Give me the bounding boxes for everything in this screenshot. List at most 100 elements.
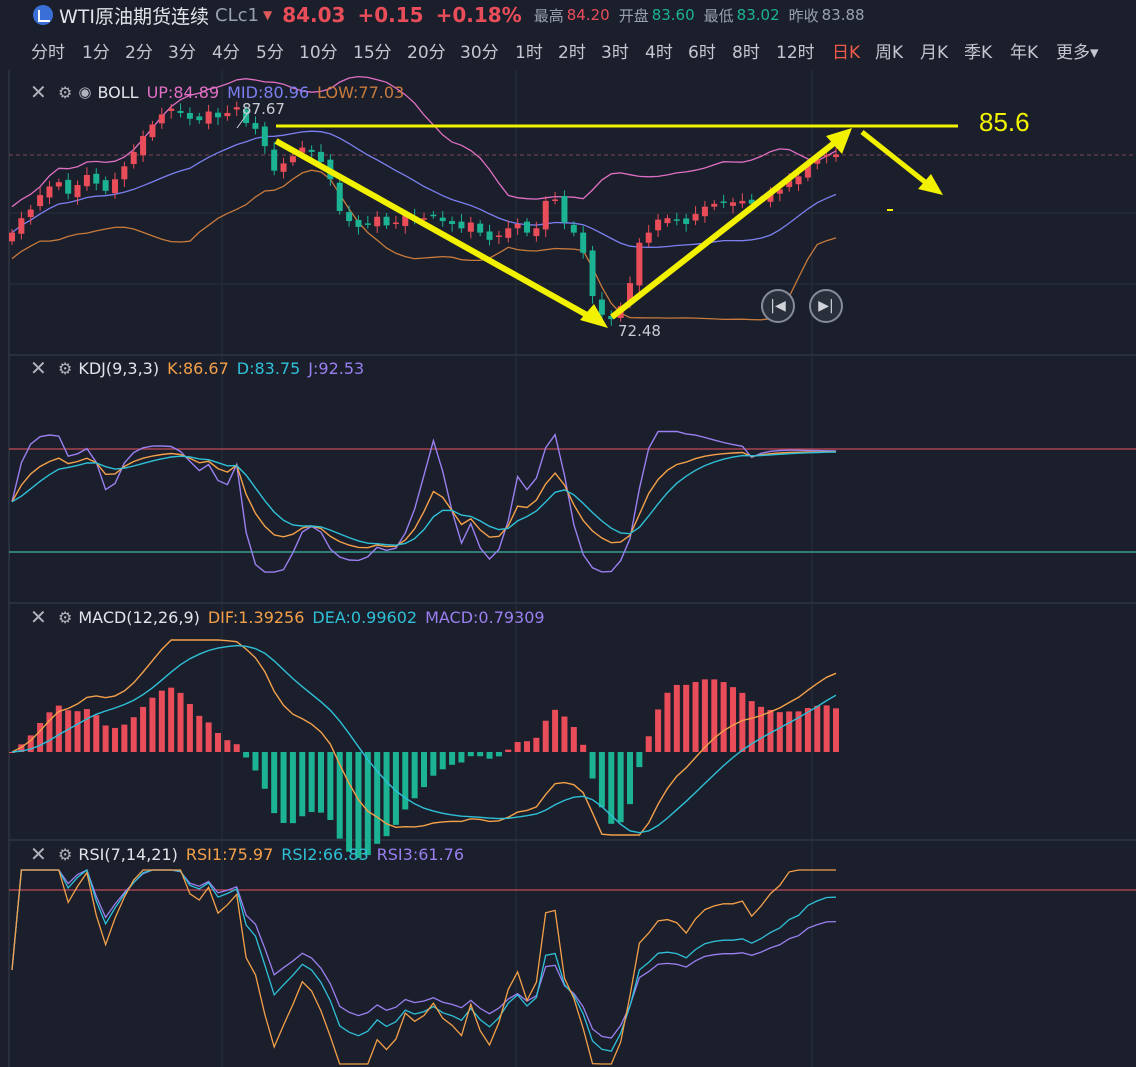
candle-body: [55, 182, 62, 187]
candle-body: [149, 124, 156, 138]
candle-body: [477, 223, 484, 233]
macd-bar: [308, 752, 315, 813]
macd-bar: [833, 708, 839, 752]
macd-bar: [552, 709, 559, 752]
macd-bar: [514, 742, 521, 752]
close-icon[interactable]: ✕: [30, 605, 52, 629]
candle-body: [336, 182, 343, 211]
macd-header: ✕ ⚙ MACD(12,26,9) DIF:1.39256 DEA:0.9960…: [30, 605, 545, 629]
macd-bar: [505, 749, 512, 752]
eye-icon[interactable]: ◉: [78, 83, 91, 101]
gear-icon[interactable]: ⚙: [58, 359, 72, 378]
candle-body: [692, 213, 699, 221]
rsi-lines: [11, 868, 837, 1065]
macd-bar: [364, 752, 371, 856]
candle-body: [355, 219, 362, 227]
macd-bar: [580, 744, 587, 752]
macd-bar: [252, 752, 259, 771]
candle-body: [9, 232, 15, 242]
candles: [9, 101, 839, 326]
gear-icon[interactable]: ⚙: [58, 83, 72, 102]
boll-mid: MID:80.96: [227, 82, 310, 102]
macd-bar: [280, 752, 287, 824]
candle-body: [701, 206, 708, 217]
macd-bar: [673, 684, 680, 752]
macd-bar: [589, 752, 596, 779]
close-icon[interactable]: ✕: [30, 80, 52, 104]
close-icon[interactable]: ✕: [30, 842, 52, 866]
candle-body: [561, 196, 568, 223]
prev-icon[interactable]: |◀: [761, 289, 795, 323]
macd-dea: DEA:0.99602: [312, 607, 418, 627]
macd-bar: [776, 712, 783, 752]
macd-bar: [421, 752, 427, 788]
gear-icon[interactable]: ⚙: [58, 845, 72, 864]
rsi1-line: [11, 869, 836, 1065]
macd-bar: [617, 752, 624, 823]
candle-body: [524, 221, 530, 233]
candle-body: [271, 149, 278, 171]
macd-bar: [130, 717, 137, 752]
macd-bar: [570, 727, 577, 752]
macd-bar: [814, 705, 821, 752]
macd-bar: [430, 752, 437, 776]
candle-body: [598, 299, 605, 315]
candle-body: [739, 200, 746, 204]
candle-body: [140, 136, 147, 156]
candle-body: [392, 222, 399, 225]
boll-lines: [11, 75, 837, 321]
macd-bar: [243, 752, 250, 758]
macd-bar: [458, 752, 465, 763]
rsi-3: RSI3:61.76: [376, 844, 465, 864]
macd-bar: [411, 752, 418, 799]
candle-body: [308, 149, 315, 152]
candle-body: [730, 202, 736, 206]
candle-body: [505, 228, 512, 238]
macd-bar: [701, 679, 708, 752]
macd-bar: [271, 752, 278, 814]
macd-bar: [215, 732, 221, 752]
close-icon[interactable]: ✕: [30, 356, 52, 380]
candle-body: [224, 112, 231, 117]
candle-body: [449, 221, 456, 224]
macd-bar: [233, 744, 240, 752]
macd-bar: [74, 711, 81, 752]
macd-bar: [495, 752, 502, 757]
candle-body: [121, 166, 128, 180]
rsi2-line: [11, 868, 837, 1052]
macd-bar: [786, 711, 793, 752]
macd-bar: [83, 709, 90, 752]
rsi-header: ✕ ⚙ RSI(7,14,21) RSI1:75.97 RSI2:66.83 R…: [30, 842, 465, 866]
candle-body: [664, 218, 671, 224]
grid: [8, 70, 1136, 1067]
macd-bar: [692, 682, 699, 752]
macd-bar: [804, 707, 811, 752]
candle-body: [645, 232, 652, 243]
rsi3-line: [11, 869, 837, 1039]
macd-bar: [327, 752, 334, 821]
macd-bar: [542, 720, 549, 752]
candle-body: [495, 235, 502, 238]
kdj-header: ✕ ⚙ KDJ(9,3,3) K:86.67 D:83.75 J:92.53: [30, 356, 364, 380]
boll-header: ✕ ⚙ ◉ BOLL UP:84.89 MID:80.96 LOW:77.03: [30, 80, 404, 104]
candle-body: [636, 242, 643, 286]
macd-dif: DIF:1.39256: [207, 607, 305, 627]
rsi-2: RSI2:66.83: [281, 844, 369, 864]
candle-body: [655, 219, 662, 231]
kline-chart[interactable]: 85.687.6772.48: [0, 0, 1136, 1067]
candle-body: [346, 212, 353, 222]
macd-bar: [767, 709, 774, 752]
macd-bar: [102, 725, 109, 752]
macd-bar: [758, 706, 765, 752]
macd-bar: [683, 684, 690, 752]
macd-bar: [533, 737, 540, 752]
candle-body: [720, 201, 727, 203]
candle-body: [112, 179, 118, 194]
gear-icon[interactable]: ⚙: [58, 608, 72, 627]
macd-bar: [299, 752, 306, 817]
rsi-name: RSI(7,14,21): [78, 844, 178, 864]
next-icon[interactable]: ▶|: [809, 289, 843, 323]
candle-body: [430, 214, 437, 217]
candle-body: [93, 173, 100, 184]
candle-body: [318, 151, 324, 162]
